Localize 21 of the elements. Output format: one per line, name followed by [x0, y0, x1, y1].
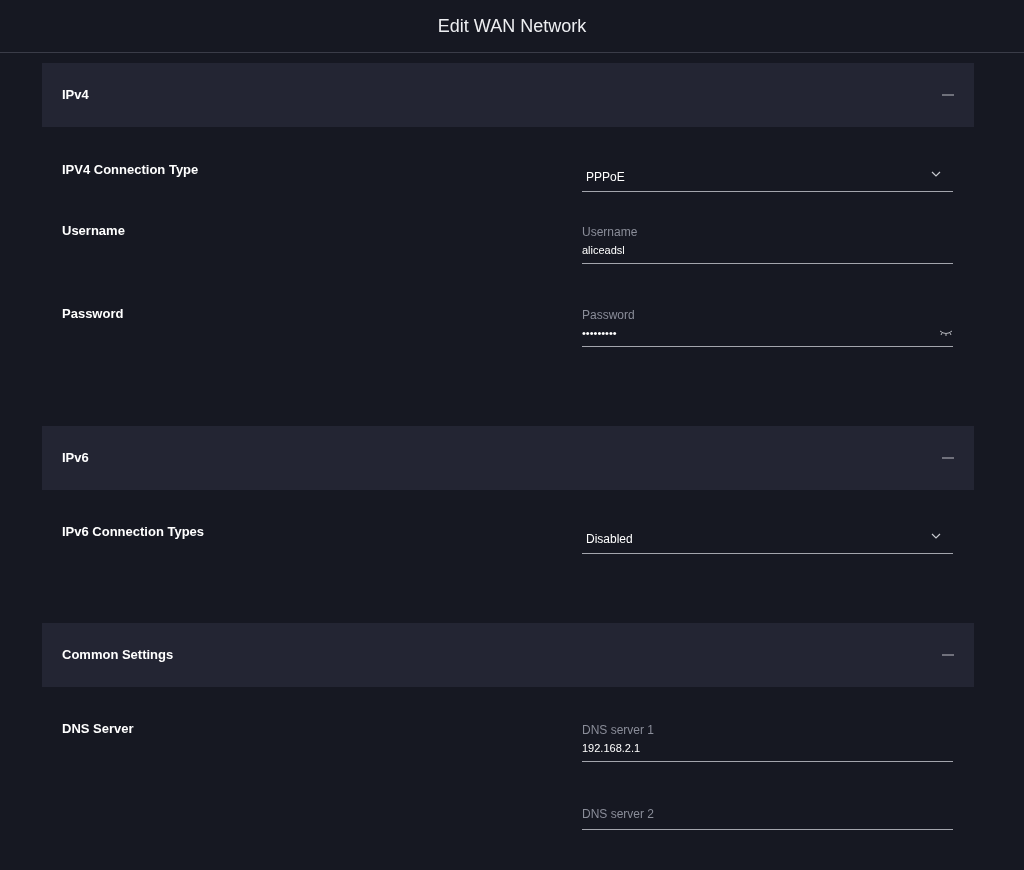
input-field[interactable]: Password ••••••••• [582, 307, 953, 347]
setting-label: Username [62, 224, 126, 240]
setting-label: Password [62, 307, 125, 323]
input-field[interactable]: DNS server 2 [582, 790, 953, 830]
dropdown-field[interactable]: Disabled [582, 530, 953, 554]
field-label: Username [582, 224, 639, 240]
dropdown-field[interactable]: PPPoE [582, 168, 953, 192]
input-field[interactable]: Username aliceadsl [582, 224, 953, 264]
page-title: Edit WAN Network [437, 14, 587, 38]
section-header[interactable]: Common Settings [42, 623, 974, 687]
input-field[interactable]: DNS server 1 192.168.2.1 [582, 722, 953, 762]
caret-icon [931, 533, 941, 539]
field-label: Password [582, 307, 636, 323]
eye-closed-icon[interactable] [939, 330, 953, 336]
field-label: DNS server 1 [582, 722, 656, 738]
section-header[interactable]: IPv6 [42, 426, 974, 490]
caret-icon [931, 171, 941, 177]
setting-label: IPV4 Connection Type [62, 163, 200, 179]
setting-label: DNS Server [62, 722, 135, 738]
section-header[interactable]: IPv4 [42, 63, 974, 127]
setting-label: IPv6 Connection Types [62, 525, 206, 541]
